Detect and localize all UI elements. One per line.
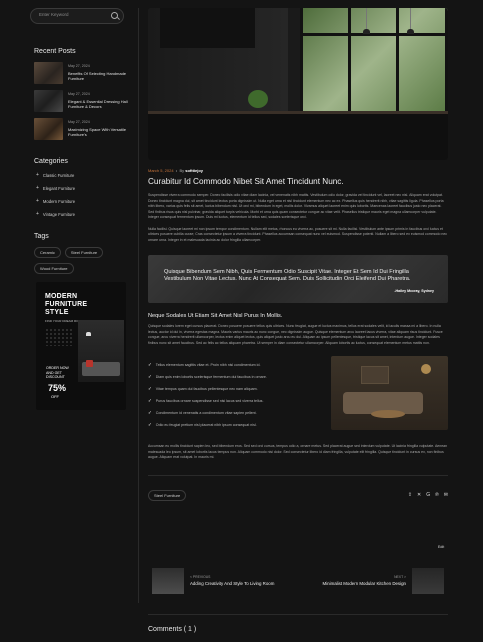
check-icon: ✓ bbox=[148, 422, 152, 427]
checklist-item: ✓ Diam quis enim lobortis scelerisque fer… bbox=[148, 374, 267, 379]
living-room-image bbox=[331, 356, 448, 430]
share-icons: ⇪ ✕ G ℗ ✉ bbox=[403, 492, 448, 498]
section-heading: Neque Sodales Ut Etiam Sit Amet Nisl Pur… bbox=[148, 313, 283, 319]
email-icon[interactable]: ✉ bbox=[444, 492, 448, 498]
plus-icon: + bbox=[36, 172, 39, 178]
comments-heading: Comments ( 1 ) bbox=[148, 626, 197, 633]
check-icon: ✓ bbox=[148, 386, 152, 391]
next-post-title[interactable]: Minimalist Modern Modular Kitchen Design bbox=[323, 581, 406, 586]
share-icon[interactable]: ⇪ bbox=[408, 492, 412, 498]
checklist-item: ✓ Condimentum id venenatis a condimentum … bbox=[148, 410, 257, 415]
blockquote: Quisque Bibendum Sem Nibh, Quis Fermentu… bbox=[148, 255, 448, 303]
lamp-shape bbox=[86, 332, 91, 336]
google-icon[interactable]: G bbox=[426, 492, 430, 498]
post-date: March 5, 2024 bbox=[148, 168, 174, 173]
plus-icon: + bbox=[36, 211, 39, 217]
post-navigation: < PREVIOUS Adding Creativity And Style T… bbox=[148, 566, 448, 596]
post-date: May 27, 2024 bbox=[68, 120, 90, 124]
divider bbox=[148, 474, 448, 476]
post-paragraph: Accumsan eu mollis tincidunt sapien leo,… bbox=[148, 444, 448, 459]
next-post-thumbnail[interactable] bbox=[412, 568, 444, 594]
search-input[interactable]: Enter Keyword bbox=[30, 8, 124, 24]
post-paragraph: Nulla facilisi. Quisque laoreet mi non i… bbox=[148, 226, 448, 242]
next-label[interactable]: NEXT > bbox=[394, 575, 406, 579]
post-footer: Steel Furniture ⇪ ✕ G ℗ ✉ bbox=[148, 489, 448, 501]
edit-link[interactable]: Edit bbox=[438, 545, 444, 549]
check-icon: ✓ bbox=[148, 374, 152, 379]
x-icon[interactable]: ✕ bbox=[417, 492, 421, 498]
plus-icon: + bbox=[36, 198, 39, 204]
post-tag[interactable]: Steel Furniture bbox=[148, 489, 187, 501]
hero-image bbox=[148, 8, 448, 160]
banner-order-text: ORDER NOW AND GET DISCOUNT bbox=[46, 366, 69, 379]
post-meta: March 5, 2024 • By softtiejoy bbox=[148, 168, 204, 173]
prev-label[interactable]: < PREVIOUS bbox=[190, 575, 210, 579]
tag-chip[interactable]: Ceramic bbox=[34, 247, 61, 258]
post-date: May 27, 2024 bbox=[68, 64, 90, 68]
checklist-item: ✓ Tellus elementum sagittis vitae et. Pro… bbox=[148, 362, 261, 367]
recent-post[interactable]: May 27, 2024 Maximizing Space With Versat… bbox=[34, 118, 128, 140]
checklist-item: ✓ Odio eu feugiat pretium nisl placerat n… bbox=[148, 422, 257, 427]
plus-icon: + bbox=[36, 185, 39, 191]
post-thumbnail[interactable] bbox=[34, 90, 63, 112]
post-title[interactable]: Benefits Of Selecting Handmade Furniture bbox=[68, 71, 132, 81]
search-placeholder: Enter Keyword bbox=[39, 12, 69, 17]
promo-banner[interactable]: MODERN FURNITURE STYLE FIND YOUR DREAM ROO… bbox=[36, 282, 126, 410]
post-thumbnail[interactable] bbox=[34, 62, 63, 84]
quote-author: -Hailey Mccray, Sydney bbox=[394, 289, 434, 293]
recent-posts-title: Recent Posts bbox=[34, 48, 76, 55]
dot-pattern bbox=[45, 328, 73, 346]
post-title[interactable]: Elegant & Essential Dressing Hall Furnit… bbox=[68, 99, 132, 109]
recent-post[interactable]: May 27, 2024 Benefits Of Selecting Handma… bbox=[34, 62, 128, 84]
prev-post-thumbnail[interactable] bbox=[152, 568, 184, 594]
search-icon[interactable] bbox=[111, 12, 118, 19]
tag-chip[interactable]: Wood Furniture bbox=[34, 263, 74, 274]
banner-heading: MODERN FURNITURE STYLE bbox=[45, 293, 88, 316]
pinterest-icon[interactable]: ℗ bbox=[435, 492, 439, 498]
post-date: May 27, 2024 bbox=[68, 92, 90, 96]
categories-title: Categories bbox=[34, 158, 68, 165]
post-title[interactable]: Maximizing Space With Versatile Furnitur… bbox=[68, 127, 132, 137]
tag-list: Ceramic Steel Furniture Wood Furniture bbox=[34, 247, 128, 279]
cushion-shape bbox=[86, 360, 93, 367]
post-author[interactable]: softtiejoy bbox=[185, 168, 203, 173]
check-icon: ✓ bbox=[148, 410, 152, 415]
column-divider bbox=[138, 8, 139, 603]
prev-post-title[interactable]: Adding Creativity And Style To Living Ro… bbox=[190, 581, 274, 586]
divider bbox=[148, 614, 448, 615]
post-paragraph: Suspendisse viverra commodo semper. Done… bbox=[148, 193, 444, 219]
quote-text: Quisque Bibendum Sem Nibh, Quis Fermentu… bbox=[164, 269, 411, 283]
post-title: Curabitur Id Commodo Nibet Sit Amet Tinc… bbox=[148, 177, 344, 186]
category-item[interactable]: + Vintage Furniture bbox=[36, 211, 128, 217]
sidebar: Enter Keyword Recent Posts May 27, 2024 B… bbox=[30, 8, 128, 279]
check-icon: ✓ bbox=[148, 362, 152, 367]
banner-off: OFF bbox=[51, 394, 59, 399]
category-item[interactable]: + Modern Furniture bbox=[36, 198, 128, 204]
checklist: ✓ Tellus elementum sagittis vitae et. Pro… bbox=[148, 362, 267, 434]
post-thumbnail[interactable] bbox=[34, 118, 63, 140]
checklist-row: ✓ Tellus elementum sagittis vitae et. Pro… bbox=[148, 356, 448, 434]
tags-title: Tags bbox=[34, 233, 49, 240]
checklist-item: ✓ Purus faucibus ornare suspendisse sed n… bbox=[148, 398, 264, 403]
category-item[interactable]: + Elegant Furniture bbox=[36, 185, 128, 191]
check-icon: ✓ bbox=[148, 398, 152, 403]
post-paragraph: Quisque sodales lorem eget cursus placer… bbox=[148, 324, 443, 345]
category-item[interactable]: + Classic Furniture bbox=[36, 172, 128, 178]
recent-post[interactable]: May 27, 2024 Elegant & Essential Dressing… bbox=[34, 90, 128, 112]
tag-chip[interactable]: Steel Furniture bbox=[64, 247, 104, 258]
banner-discount: 75% bbox=[48, 383, 67, 393]
main-content: March 5, 2024 • By softtiejoy Curabitur … bbox=[148, 8, 448, 501]
checklist-item: ✓ Vitae tempus quam dui faucibus pellente… bbox=[148, 386, 258, 391]
